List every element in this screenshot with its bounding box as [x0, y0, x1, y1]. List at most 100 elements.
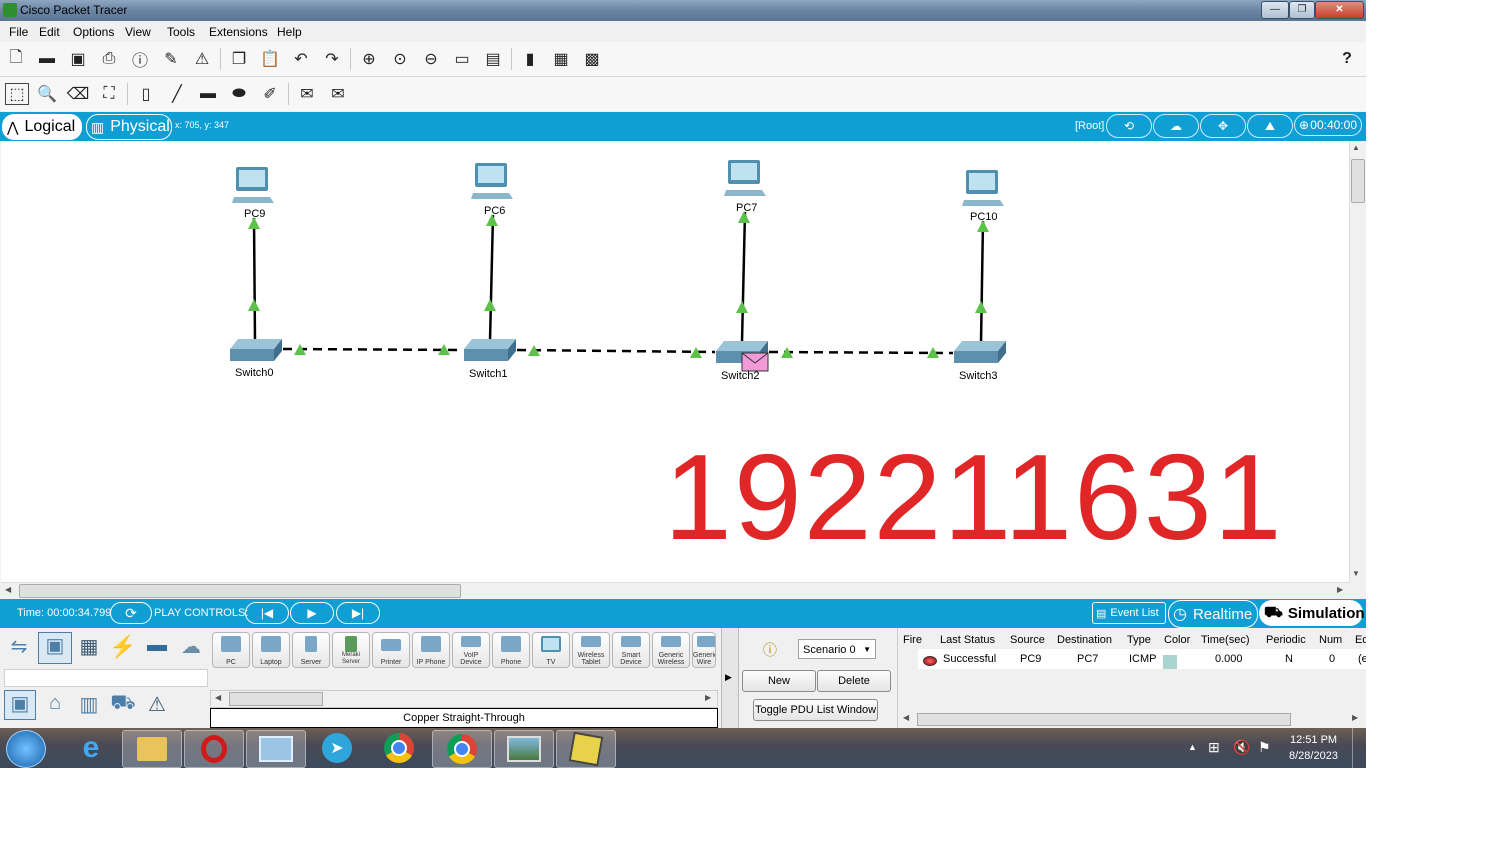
internet-explorer-icon[interactable]: e: [62, 730, 120, 766]
move-object-icon[interactable]: ✥: [1200, 114, 1246, 138]
panel-splitter[interactable]: ▶: [721, 628, 739, 728]
scroll-right-icon[interactable]: ▶: [705, 693, 711, 702]
action-center-flag-icon[interactable]: ⚑: [1258, 739, 1271, 756]
draw-ellipse-icon[interactable]: ⬬: [227, 83, 251, 105]
place-note-icon[interactable]: ▯: [134, 83, 158, 105]
show-hidden-icons-icon[interactable]: ▲: [1188, 742, 1197, 752]
network-wizard-icon[interactable]: ✎: [159, 48, 183, 70]
close-button[interactable]: ✕: [1315, 1, 1364, 19]
physical-tab[interactable]: ▥ Physical: [86, 114, 172, 140]
components-icon[interactable]: ▦: [74, 634, 104, 660]
add-complex-pdu-icon[interactable]: ✉: [326, 83, 350, 105]
pc7-label[interactable]: PC7: [736, 202, 757, 214]
pdu-scroll-thumb[interactable]: [917, 713, 1291, 726]
vertical-scrollbar[interactable]: ▲ ▼: [1349, 141, 1365, 582]
scenario-info-icon[interactable]: ⓘ: [760, 640, 780, 658]
redo-icon[interactable]: ↷: [320, 48, 344, 70]
pc10-label[interactable]: PC10: [970, 211, 998, 223]
telegram-icon[interactable]: ➤: [308, 730, 366, 766]
ipc-icon[interactable]: ▩: [580, 48, 604, 70]
end-devices-icon[interactable]: ▣: [38, 632, 72, 664]
zoom-out-icon[interactable]: ⊖: [419, 48, 443, 70]
device-pc[interactable]: PC: [212, 632, 250, 668]
device-template-icon[interactable]: ▦: [549, 48, 573, 70]
row-edit[interactable]: (e: [1358, 653, 1366, 665]
pc9-label[interactable]: PC9: [244, 208, 265, 220]
device-generic-wired[interactable]: Generic Wire: [692, 632, 716, 668]
switch1-label[interactable]: Switch1: [469, 368, 508, 380]
toggle-pdu-list-button[interactable]: Toggle PDU List Window: [753, 699, 878, 721]
device-printer[interactable]: Printer: [372, 632, 410, 668]
horizontal-scroll-thumb[interactable]: [19, 584, 461, 598]
horizontal-scrollbar[interactable]: ◀ ▶: [1, 582, 1349, 599]
file-explorer-icon[interactable]: [122, 730, 182, 768]
scenario-select[interactable]: Scenario 0 ▼: [798, 639, 876, 659]
realtime-tab[interactable]: ◷ Realtime: [1168, 600, 1258, 628]
delete-icon[interactable]: ⌫: [66, 83, 90, 105]
network-tray-icon[interactable]: ⊞: [1208, 739, 1220, 756]
save-icon[interactable]: ▣: [66, 48, 90, 70]
packet-tracer-icon[interactable]: [556, 730, 616, 768]
industrial-icon[interactable]: ⛟: [108, 692, 138, 718]
freeform-icon[interactable]: ✐: [258, 83, 282, 105]
zoom-in-icon[interactable]: ⊕: [357, 48, 381, 70]
draw-line-icon[interactable]: ╱: [165, 83, 189, 105]
new-icon[interactable]: 🗋: [4, 48, 28, 70]
help-icon[interactable]: ?: [1335, 48, 1359, 70]
remote-desktop-icon[interactable]: [246, 730, 306, 768]
back-icon[interactable]: ⟲: [1106, 114, 1152, 138]
clock-date[interactable]: 8/28/2023: [1289, 750, 1338, 762]
zoom-reset-icon[interactable]: ⊙: [388, 48, 412, 70]
clock-time[interactable]: 12:51 PM: [1290, 734, 1337, 746]
opera-icon[interactable]: [184, 730, 244, 768]
pc6-label[interactable]: PC6: [484, 205, 505, 217]
multiuser-icon[interactable]: ☁: [176, 634, 206, 660]
pdu-table-scrollbar[interactable]: ◀ ▶: [900, 712, 1363, 726]
copy-icon[interactable]: ❐: [227, 48, 251, 70]
forward-step-icon[interactable]: ▶|: [336, 602, 380, 624]
photos-icon[interactable]: [494, 730, 554, 768]
device-scrollbar[interactable]: ◀ ▶: [210, 690, 718, 708]
pdu-list-icon[interactable]: ▮: [518, 48, 542, 70]
device-wireless-tablet[interactable]: Wireless Tablet: [572, 632, 610, 668]
device-ip-phone[interactable]: IP Phone: [412, 632, 450, 668]
back-step-icon[interactable]: |◀: [245, 602, 289, 624]
smart-city-icon[interactable]: ▥: [74, 692, 104, 718]
device-phone[interactable]: Phone: [492, 632, 530, 668]
logical-workspace[interactable]: PC9 PC6 PC7 PC10 Switch0 Switch1 Switch2…: [1, 141, 1349, 582]
switch2-label[interactable]: Switch2: [721, 370, 760, 382]
inspect-icon[interactable]: 🔍: [35, 83, 59, 105]
custom-device-icon[interactable]: ▤: [481, 48, 505, 70]
device-meraki-server[interactable]: Meraki Server: [332, 632, 370, 668]
logical-tab[interactable]: ⋀ Logical: [2, 114, 82, 140]
undo-icon[interactable]: ↶: [289, 48, 313, 70]
play-icon[interactable]: ▶: [290, 602, 334, 624]
device-scroll-thumb[interactable]: [229, 692, 323, 706]
open-icon[interactable]: ▬: [35, 48, 59, 70]
menu-tools[interactable]: Tools: [167, 25, 195, 39]
simulation-tab[interactable]: ⛟ Simulation: [1259, 600, 1365, 626]
switch3-label[interactable]: Switch3: [959, 370, 998, 382]
device-generic-wireless[interactable]: Generic Wireless: [652, 632, 690, 668]
add-simple-pdu-icon[interactable]: ✉: [295, 83, 319, 105]
volume-muted-icon[interactable]: 🔇: [1233, 739, 1250, 756]
info-icon[interactable]: ⓘ: [128, 48, 152, 70]
menu-options[interactable]: Options: [73, 25, 114, 39]
new-scenario-button[interactable]: New: [742, 670, 816, 692]
device-smart-device[interactable]: Smart Device: [612, 632, 650, 668]
miscellaneous-icon[interactable]: ▬: [142, 634, 172, 660]
new-cluster-icon[interactable]: ☁: [1153, 114, 1199, 138]
menu-help[interactable]: Help: [277, 25, 302, 39]
scroll-left-icon[interactable]: ◀: [903, 713, 909, 722]
menu-edit[interactable]: Edit: [39, 25, 60, 39]
event-list-button[interactable]: ▤ Event List: [1092, 602, 1166, 624]
scroll-left-icon[interactable]: ◀: [215, 693, 221, 702]
scroll-down-icon[interactable]: ▼: [1352, 569, 1360, 578]
home-icon[interactable]: ⌂: [40, 692, 70, 718]
antenna-icon[interactable]: ⚠: [190, 48, 214, 70]
device-tv[interactable]: TV: [532, 632, 570, 668]
fire-icon[interactable]: [923, 656, 937, 666]
expand-arrow-icon[interactable]: ▶: [725, 672, 732, 683]
reset-time-icon[interactable]: ⟳: [110, 602, 152, 624]
chrome-profile-icon[interactable]: [432, 730, 492, 768]
